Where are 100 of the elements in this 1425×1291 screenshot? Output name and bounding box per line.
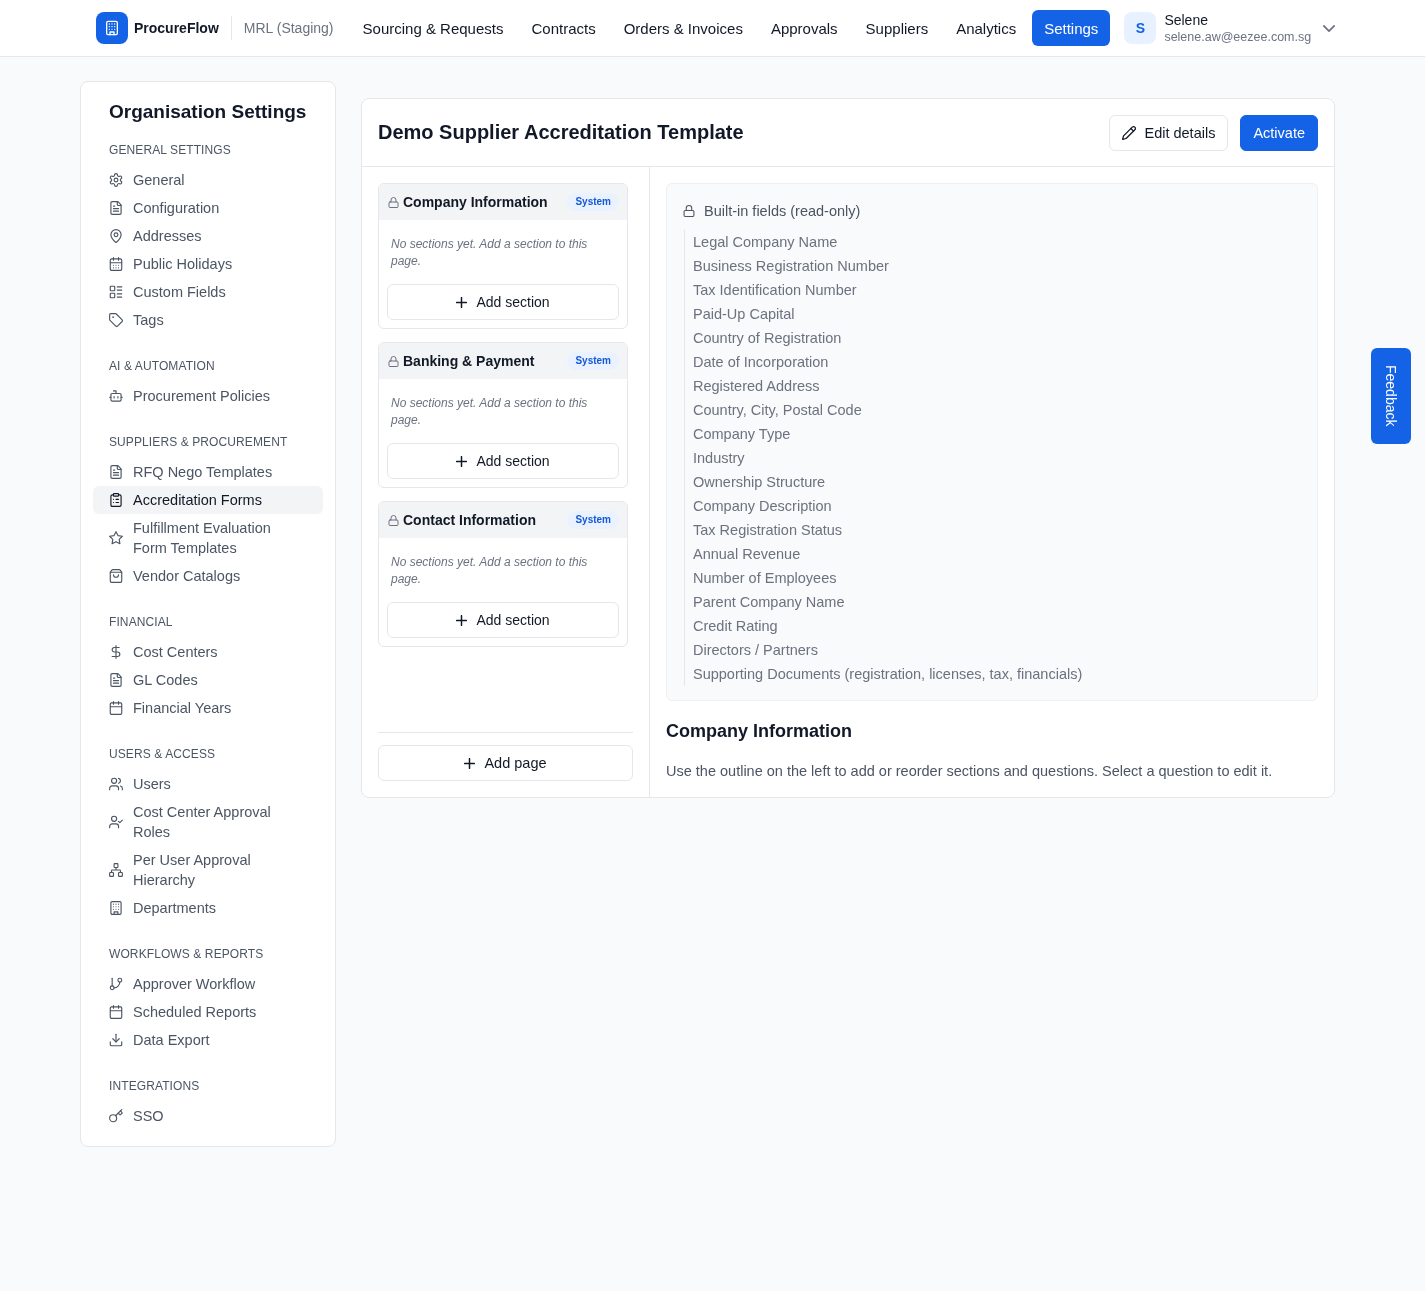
help-text: Use the outline on the left to add or reorder sections and questions. Select a question to edit it. <box>666 762 1274 781</box>
field-label: Country of Registration <box>692 329 843 348</box>
nav-tab[interactable]: Sourcing & Requests <box>350 10 516 46</box>
sidebar-item[interactable]: Users <box>93 770 323 798</box>
section-heading: WORKFLOWS & REPORTS <box>108 946 265 962</box>
plus-icon <box>456 455 468 467</box>
sidebar-item[interactable]: SSO <box>93 1102 323 1130</box>
sidebar-item[interactable]: Financial Years <box>93 694 323 722</box>
lock-icon <box>388 196 399 208</box>
sidebar-item[interactable]: Cost Centers <box>93 638 323 666</box>
system-badge: System <box>567 511 619 529</box>
sidebar-item[interactable]: Tags <box>93 306 323 334</box>
nav-tab[interactable]: Settings <box>1032 10 1111 46</box>
field-label: Directors / Partners <box>692 641 819 660</box>
sidebar-item[interactable]: GL Codes <box>93 666 323 694</box>
field-label: Supporting Documents (registration, licenses, tax, financials) <box>692 665 1084 684</box>
page-title: Contact Information <box>403 512 537 528</box>
feedback-button[interactable]: Feedback <box>1371 348 1411 444</box>
field-label: Number of Employees <box>692 569 838 588</box>
add-page-button[interactable]: Add page <box>378 745 633 781</box>
branch-icon <box>109 977 123 991</box>
field-label: Company Description <box>692 497 833 516</box>
section-heading: FINANCIAL <box>108 614 174 630</box>
gear-icon <box>109 173 123 187</box>
system-badge: System <box>567 352 619 370</box>
add-section-button[interactable]: Add section <box>387 443 619 479</box>
edit-details-button[interactable]: Edit details <box>1109 114 1229 151</box>
sidebar-item[interactable]: Vendor Catalogs <box>93 562 323 590</box>
section-heading: INTEGRATIONS <box>108 1078 201 1094</box>
add-section-button[interactable]: Add section <box>387 602 619 638</box>
field-label: Industry <box>692 449 746 468</box>
users-icon <box>109 777 123 791</box>
sidebar-item[interactable]: Data Export <box>93 1026 323 1054</box>
nav-tab[interactable]: Approvals <box>758 10 850 46</box>
sidebar-item[interactable]: Departments <box>93 894 323 922</box>
list-icon <box>109 285 123 299</box>
nav-tab[interactable]: Suppliers <box>853 10 941 46</box>
document-icon <box>109 201 123 215</box>
user-avatar: S <box>1124 12 1157 44</box>
field-label: Tax Registration Status <box>692 521 844 540</box>
user-name: Selene <box>1164 11 1209 29</box>
activate-button[interactable]: Activate <box>1240 114 1318 151</box>
sidebar-title: Organisation Settings <box>108 100 308 124</box>
system-badge: System <box>567 193 619 211</box>
document-icon <box>109 465 123 479</box>
sidebar-item[interactable]: Custom Fields <box>93 278 323 306</box>
sidebar-item[interactable]: Public Holidays <box>93 250 323 278</box>
calendar-icon <box>109 701 123 715</box>
page-card-header[interactable]: Banking & Payment System <box>379 343 627 379</box>
sidebar-item[interactable]: General <box>93 166 323 194</box>
sidebar-item[interactable]: RFQ Nego Templates <box>93 458 323 486</box>
lock-icon <box>388 355 399 367</box>
field-label: Date of Incorporation <box>692 353 830 372</box>
sidebar-item[interactable]: Per User Approval Hierarchy <box>93 846 323 894</box>
sidebar-item[interactable]: Accreditation Forms <box>93 486 323 514</box>
logo-icon[interactable] <box>96 12 128 44</box>
page-title: Banking & Payment <box>403 353 536 369</box>
lock-icon <box>683 205 695 217</box>
add-section-button[interactable]: Add section <box>387 284 619 320</box>
page-card-header[interactable]: Company Information System <box>379 184 627 220</box>
empty-message: No sections yet. Add a section to this page. <box>389 236 589 270</box>
section-heading: AI & AUTOMATION <box>108 358 216 374</box>
sidebar-item[interactable]: Scheduled Reports <box>93 998 323 1026</box>
star-icon <box>109 531 123 545</box>
brand-name: ProcureFlow <box>134 20 219 36</box>
page-card-header[interactable]: Contact Information System <box>379 502 627 538</box>
sidebar-item[interactable]: Procurement Policies <box>93 382 323 410</box>
nav-tab[interactable]: Analytics <box>944 10 1029 46</box>
sidebar-item[interactable]: Addresses <box>93 222 323 250</box>
document-icon <box>109 673 123 687</box>
panel-heading: Built-in fields (read-only) <box>704 202 861 221</box>
sidebar-item[interactable]: Configuration <box>93 194 323 222</box>
page-title: Company Information <box>403 194 549 210</box>
robot-icon <box>109 389 123 403</box>
empty-message: No sections yet. Add a section to this page. <box>389 554 589 588</box>
tag-icon <box>109 313 123 327</box>
field-label: Business Registration Number <box>692 257 890 276</box>
clipboard-icon <box>109 493 123 507</box>
building-icon <box>109 901 123 915</box>
field-label: Paid-Up Capital <box>692 305 796 324</box>
calendar-icon <box>109 257 123 271</box>
sidebar-item[interactable]: Approver Workflow <box>93 970 323 998</box>
sidebar-item[interactable]: Fulfillment Evaluation Form Templates <box>93 514 323 562</box>
field-label: Legal Company Name <box>692 233 839 252</box>
section-heading: USERS & ACCESS <box>108 746 217 762</box>
hierarchy-icon <box>109 863 123 877</box>
template-title: Demo Supplier Accreditation Template <box>378 121 745 144</box>
field-label: Registered Address <box>692 377 821 396</box>
chevron-down-icon[interactable] <box>1323 24 1336 32</box>
section-title: Company Information <box>666 720 853 743</box>
sidebar-item[interactable]: Cost Center Approval Roles <box>93 798 323 846</box>
user-check-icon <box>109 815 123 829</box>
plus-icon <box>464 757 476 769</box>
lock-icon <box>388 514 399 526</box>
field-label: Country, City, Postal Code <box>692 401 863 420</box>
nav-tab[interactable]: Orders & Invoices <box>611 10 755 46</box>
section-heading: SUPPLIERS & PROCUREMENT <box>108 434 289 450</box>
plus-icon <box>456 296 468 308</box>
field-label: Tax Identification Number <box>692 281 858 300</box>
nav-tab[interactable]: Contracts <box>519 10 608 46</box>
